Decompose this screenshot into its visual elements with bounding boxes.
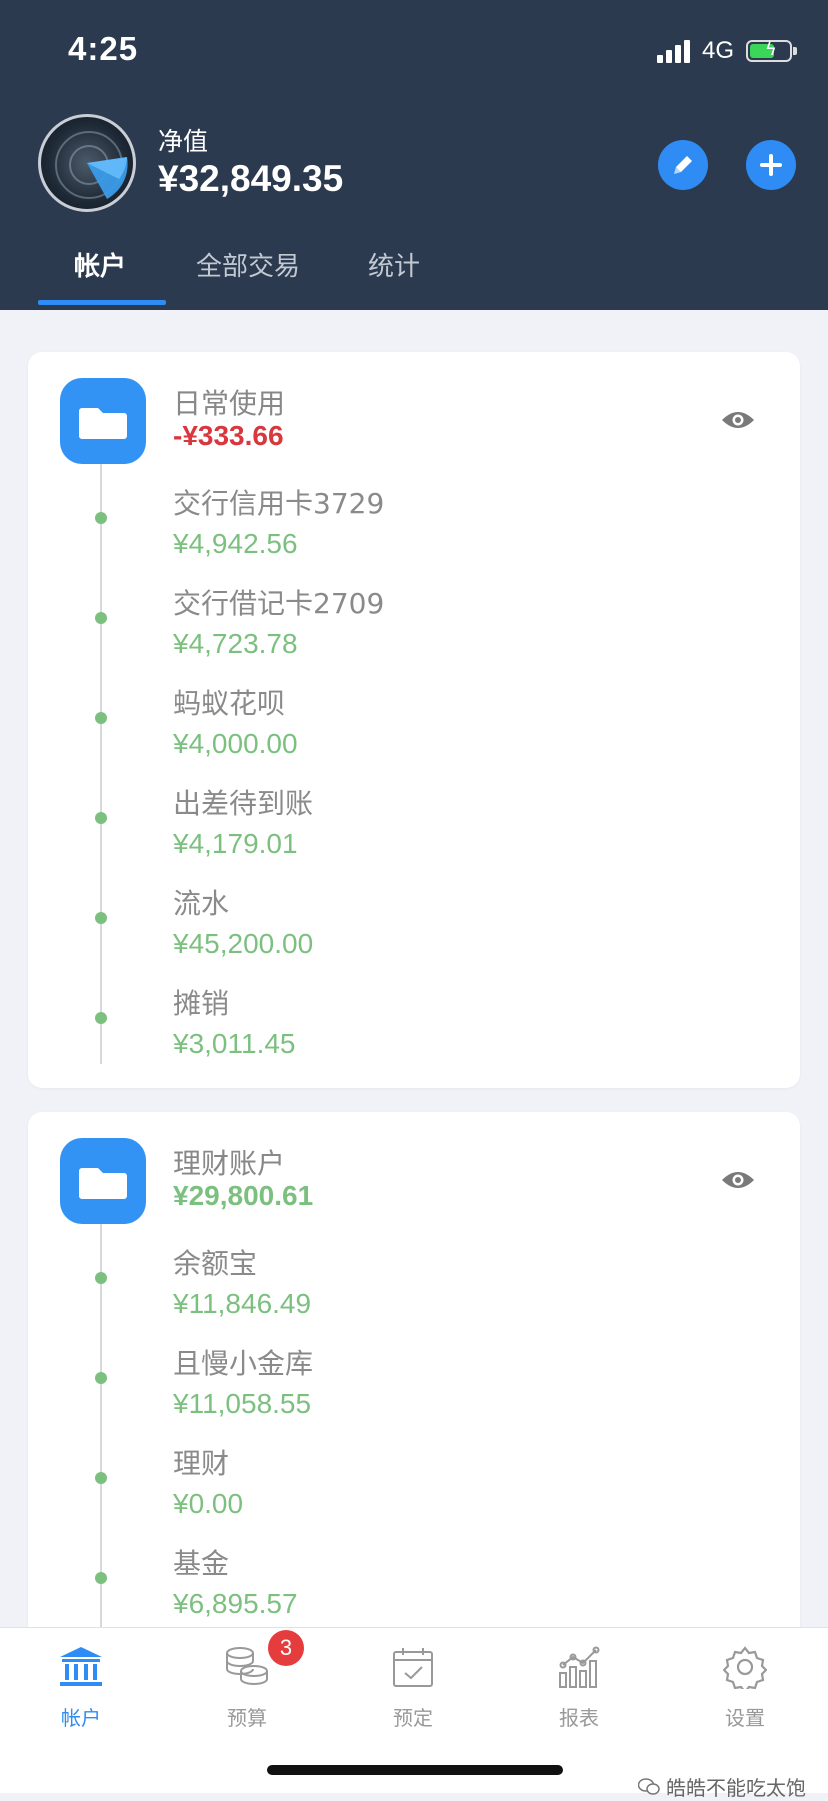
net-worth-label: 净值 — [158, 127, 209, 156]
net-worth-value: ¥32,849.35 — [158, 158, 344, 199]
tabbar-item-reports[interactable]: 报表 — [524, 1642, 634, 1731]
list-item[interactable]: 出差待到账 ¥4,179.01 — [173, 782, 313, 860]
bank-icon — [60, 1647, 102, 1686]
eye-icon[interactable] — [720, 408, 756, 432]
list-item[interactable]: 余额宝 ¥11,846.49 — [173, 1242, 311, 1320]
account-name: 交行借记卡2709 — [173, 587, 385, 620]
timeline-dot — [95, 712, 107, 724]
timeline-dot — [95, 812, 107, 824]
account-amount: ¥0.00 — [173, 1488, 244, 1519]
list-item[interactable]: 交行信用卡3729 ¥4,942.56 — [173, 482, 384, 560]
list-item[interactable]: 交行借记卡2709 ¥4,723.78 — [173, 582, 384, 660]
list-item[interactable]: 蚂蚁花呗 ¥4,000.00 — [173, 682, 298, 760]
tabbar-label: 设置 — [725, 1706, 765, 1730]
group-name: 日常使用 — [173, 387, 286, 420]
gear-icon — [723, 1646, 767, 1689]
timeline-dot — [95, 1272, 107, 1284]
account-group-card[interactable]: 理财账户 ¥29,800.61 余额宝 ¥11,846.49 且慢小金库 ¥11… — [28, 1112, 800, 1672]
watermark: 皓皓不能吃太饱 — [638, 1772, 806, 1801]
tabbar-item-scheduled[interactable]: 预定 — [358, 1642, 468, 1731]
account-name: 出差待到账 — [173, 787, 314, 820]
list-item[interactable]: 摊销 ¥3,011.45 — [173, 982, 296, 1060]
tabbar-label: 预定 — [393, 1706, 433, 1730]
wechat-icon — [638, 1777, 660, 1795]
account-amount: ¥11,058.55 — [173, 1388, 312, 1419]
account-amount: ¥6,895.57 — [173, 1588, 298, 1619]
folder-icon — [60, 1138, 146, 1224]
account-amount: ¥4,942.56 — [173, 528, 298, 559]
plus-icon — [760, 154, 782, 176]
tab-statistics[interactable]: 统计 — [368, 246, 420, 283]
edit-button[interactable] — [658, 140, 708, 190]
status-indicators: 4G ϟ — [656, 36, 797, 66]
list-item[interactable]: 流水 ¥45,200.00 — [173, 882, 313, 960]
account-name: 交行信用卡3729 — [173, 487, 385, 520]
timeline-dot — [95, 512, 107, 524]
timeline-line — [100, 1224, 102, 1672]
tabbar-label: 预算 — [227, 1706, 267, 1730]
group-name: 理财账户 — [173, 1147, 286, 1180]
account-amount: ¥4,000.00 — [173, 728, 298, 759]
battery-icon: ϟ — [746, 39, 797, 62]
tabbar-item-settings[interactable]: 设置 — [690, 1642, 800, 1731]
timeline-dot — [95, 1372, 107, 1384]
add-button[interactable] — [746, 140, 796, 190]
coins-icon — [226, 1647, 268, 1685]
list-item[interactable]: 且慢小金库 ¥11,058.55 — [173, 1342, 313, 1420]
home-indicator[interactable] — [267, 1765, 563, 1775]
account-amount: ¥3,011.45 — [173, 1028, 296, 1059]
active-tab-indicator — [38, 300, 166, 305]
account-amount: ¥11,846.49 — [173, 1288, 312, 1319]
account-amount: ¥45,200.00 — [173, 928, 314, 959]
timeline-dot — [95, 1012, 107, 1024]
timeline-dot — [95, 1472, 107, 1484]
account-group-card[interactable]: 日常使用 -¥333.66 交行信用卡3729 ¥4,942.56 交行借记卡2… — [28, 352, 800, 1088]
account-amount: ¥4,723.78 — [173, 628, 298, 659]
tabbar-label: 报表 — [559, 1706, 599, 1730]
watermark-text: 皓皓不能吃太饱 — [666, 1776, 806, 1800]
account-name: 蚂蚁花呗 — [173, 687, 286, 720]
chart-icon — [559, 1646, 600, 1688]
timeline-dot — [95, 912, 107, 924]
tabbar-label: 帐户 — [61, 1706, 101, 1730]
account-name: 且慢小金库 — [173, 1347, 314, 1380]
tabbar-item-accounts[interactable]: 帐户 — [26, 1642, 136, 1731]
list-item[interactable]: 理财 ¥0.00 — [173, 1442, 243, 1520]
folder-icon — [60, 378, 146, 464]
eye-icon[interactable] — [720, 1168, 756, 1192]
tab-accounts[interactable]: 帐户 — [74, 246, 126, 283]
timeline-dot — [95, 1572, 107, 1584]
group-total: -¥333.66 — [173, 420, 284, 451]
list-item[interactable]: 基金 ¥6,895.57 — [173, 1542, 298, 1620]
timeline-line — [100, 464, 102, 1064]
budget-badge: 3 — [268, 1630, 304, 1666]
account-name: 理财 — [173, 1447, 230, 1480]
account-name: 摊销 — [173, 987, 230, 1020]
account-name: 基金 — [173, 1547, 230, 1580]
network-type: 4G — [701, 37, 734, 64]
calendar-check-icon — [393, 1648, 433, 1687]
status-time: 4:25 — [68, 30, 139, 67]
avatar[interactable] — [38, 114, 136, 212]
timeline-dot — [95, 612, 107, 624]
account-name: 流水 — [173, 887, 230, 920]
account-name: 余额宝 — [173, 1247, 258, 1280]
group-total: ¥29,800.61 — [173, 1180, 314, 1211]
app-header: 4:25 4G ϟ 净值 ¥32,849.35 帐户 全部交易 统计 — [0, 0, 828, 310]
account-amount: ¥4,179.01 — [173, 828, 298, 859]
cellular-signal-icon — [656, 39, 690, 63]
tab-all-transactions[interactable]: 全部交易 — [196, 246, 300, 283]
pencil-icon — [674, 156, 692, 174]
